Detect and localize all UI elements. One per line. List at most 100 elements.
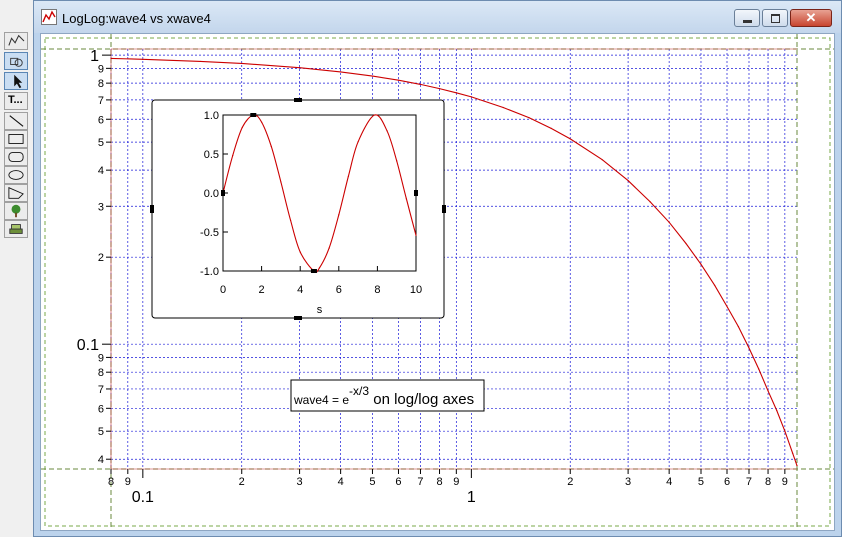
inset-x-axis-label: s (317, 304, 323, 316)
rectangle-tool-icon (8, 134, 24, 144)
wave4-data-point (110, 57, 112, 60)
tree-tool-button[interactable] (4, 202, 28, 220)
close-button[interactable]: ✕ (790, 9, 832, 27)
minimize-button[interactable] (734, 9, 760, 27)
wave4-data-point (737, 326, 740, 328)
y-minor-tick-label: 6 (98, 114, 104, 126)
rectangle-tool-button[interactable] (4, 130, 28, 148)
y-major-tick-label: 1 (90, 48, 99, 65)
text-tool-button[interactable]: T... (4, 92, 28, 110)
wave4-data-point (767, 390, 769, 392)
sine-data-point (338, 214, 340, 216)
x-minor-tick-label: 9 (782, 476, 788, 488)
wave4-data-point (700, 263, 702, 265)
y-minor-tick-label: 9 (98, 63, 104, 75)
loglog-chart[interactable]: 9876543298765410.18 9 2 3 4 5 6 7 8 9 2 3 4 5 6 7 8 90.1 1… (41, 34, 834, 530)
inset-y-tick-label: 0.5 (204, 149, 219, 161)
wave4-data-point (601, 159, 603, 161)
x-minor-tick-label: 4 (666, 476, 672, 488)
graph-client-area: 9 8 7 6 5 4 3 2 9 8 7 6 5 4 1 0.1 8 9 2 3 4 5 6 7 8 9 2 3 4 5 6 7 8 9 0.1 1… (40, 33, 835, 531)
wave4-data-point (200, 60, 202, 63)
wave4-data-point (455, 92, 457, 94)
wave4-data-point (748, 347, 750, 349)
sine-data-point (270, 145, 272, 147)
y-minor-tick-label: 2 (98, 252, 104, 264)
y-minor-tick-label: 4 (98, 165, 104, 177)
sine-data-point (232, 155, 234, 157)
wave4-data-point (298, 67, 301, 69)
x-minor-tick-label: 4 (338, 476, 344, 488)
sine-data-point (415, 234, 417, 237)
graph-window: LogLog:wave4 vs xwave4 ✕ 987654329876541… (33, 0, 842, 537)
y-minor-tick-label: 5 (98, 137, 104, 149)
inset-x-tick-label: 4 (297, 284, 303, 296)
sine-data-point (357, 141, 359, 143)
x-minor-tick-label: 5 (369, 476, 375, 488)
y-minor-tick-label: 4 (98, 454, 104, 466)
y-minor-tick-label: 7 (98, 384, 104, 396)
sine-data-point (396, 160, 398, 162)
inset-axis-handle (310, 269, 317, 273)
wave4-data-point (502, 106, 504, 109)
inset-y-tick-label: -1.0 (200, 266, 219, 278)
arrow-select-button[interactable] (4, 72, 28, 90)
sine-data-point (386, 130, 388, 132)
layer-tool-button[interactable] (4, 220, 28, 238)
graph-tool-icon (8, 34, 25, 46)
wave4-data-point (142, 58, 144, 60)
x-minor-tick-label: 8 (436, 476, 442, 488)
x-minor-tick-label: 6 (395, 476, 401, 488)
y-minor-tick-label: 5 (98, 426, 104, 438)
oval-tool-icon (8, 170, 24, 180)
draw-mode-icon (10, 57, 23, 67)
maximize-button[interactable] (762, 9, 788, 27)
inset-resize-handle (442, 205, 446, 213)
wave4-data-point (758, 368, 760, 370)
inset-y-tick-label: -0.5 (200, 227, 219, 239)
line-tool-button[interactable] (4, 112, 28, 130)
x-minor-tick-label: 9 (453, 476, 459, 488)
x-minor-tick-label: 2 (567, 476, 573, 488)
wave4-data-point (419, 83, 422, 85)
arrow-select-icon (14, 74, 23, 89)
sine-data-point (328, 247, 330, 249)
y-minor-tick-label: 8 (98, 78, 104, 90)
sine-data-point (318, 267, 321, 269)
inset-y-tick-label: 0.0 (204, 188, 219, 200)
layer-tool-icon (9, 224, 23, 234)
inset-x-tick-label: 2 (259, 284, 265, 296)
sine-data-point (405, 198, 407, 200)
sine-data-point (241, 126, 243, 129)
wave4-data-point (796, 465, 798, 467)
draw-mode-button[interactable] (4, 52, 28, 70)
minimize-icon (743, 20, 752, 23)
graph-window-icon (41, 9, 57, 25)
wave4-data-point (470, 96, 472, 98)
sine-data-point (299, 251, 301, 253)
inset-x-tick-label: 0 (220, 284, 226, 296)
wave4-data-point (241, 62, 243, 65)
tree-tool-icon (11, 204, 21, 218)
maximize-icon (771, 14, 780, 23)
wave4-data-point (438, 87, 441, 90)
rounded-rect-tool-button[interactable] (4, 148, 28, 166)
x-minor-tick-label: 3 (625, 476, 631, 488)
sine-data-point (373, 114, 376, 116)
wave4-data-point (627, 180, 629, 182)
wave4-data-point (569, 138, 571, 140)
wave4-data-point (371, 75, 374, 77)
polygon-tool-button[interactable] (4, 184, 28, 202)
x-major-tick-label: 1 (467, 489, 476, 506)
x-minor-tick-label: 3 (297, 476, 303, 488)
oval-tool-button[interactable] (4, 166, 28, 184)
graph-tool-button[interactable] (4, 32, 28, 50)
inset-axis-handle (414, 190, 418, 196)
title-bar[interactable]: LogLog:wave4 vs xwave4 ✕ (34, 1, 841, 33)
inset-x-tick-label: 10 (410, 284, 422, 296)
y-minor-tick-label: 7 (98, 95, 104, 107)
wave4-data-point (726, 305, 728, 308)
window-title: LogLog:wave4 vs xwave4 (62, 11, 211, 26)
x-minor-tick-label: 9 (125, 476, 131, 488)
x-minor-tick-label: 8 (765, 476, 771, 488)
x-major-tick-label: 0.1 (132, 489, 154, 506)
